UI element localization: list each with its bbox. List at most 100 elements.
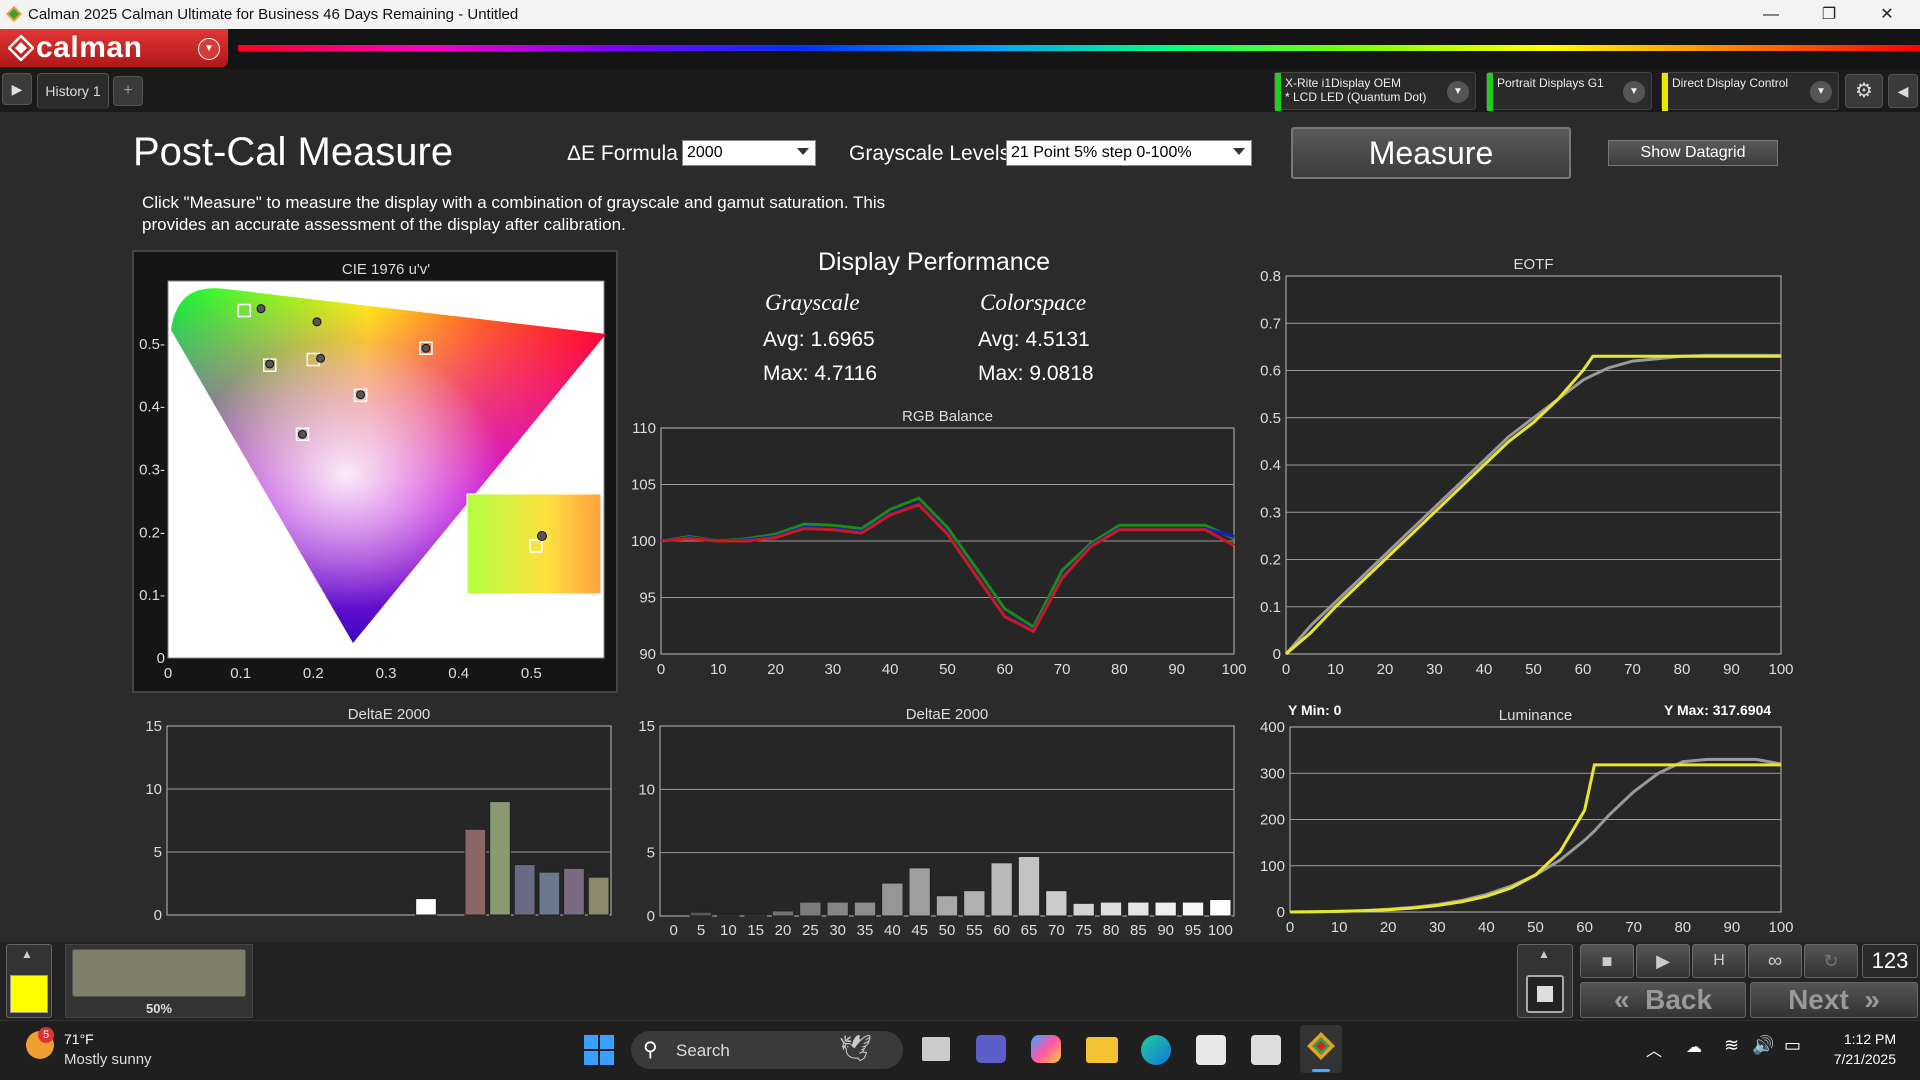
stop-icon[interactable]: ■: [1580, 944, 1634, 978]
bar: [826, 901, 849, 917]
y-tick-label: 0.1-: [139, 587, 165, 604]
x-tick-label: 0: [669, 922, 677, 939]
stop-button[interactable]: [1526, 975, 1564, 1013]
x-tick-label: 85: [1130, 922, 1147, 939]
x-tick-label: 100: [1768, 661, 1793, 678]
hold-icon[interactable]: H: [1692, 944, 1746, 978]
bar: [689, 911, 713, 917]
edge-icon[interactable]: [1141, 1035, 1171, 1065]
x-tick-label: 40: [882, 661, 899, 678]
x-tick-label: 70: [1048, 922, 1065, 939]
x-tick-label: 95: [1185, 922, 1202, 939]
x-tick-label: 100: [1208, 922, 1233, 939]
search-highlight-icon: 🕊: [839, 1033, 873, 1063]
y-tick-label: 0.3: [1260, 504, 1281, 521]
x-tick-label: 20: [767, 661, 784, 678]
x-tick-label: 50: [939, 922, 956, 939]
bar: [1181, 901, 1205, 917]
x-tick-label: 30: [1429, 919, 1446, 936]
x-tick-label: 0.2: [303, 665, 324, 682]
x-tick-label: 10: [1331, 919, 1348, 936]
chevron-up-icon[interactable]: ︿: [1646, 1037, 1662, 1061]
copilot-icon[interactable]: [1031, 1035, 1061, 1063]
measured-point: [265, 359, 275, 369]
measured-point: [312, 317, 322, 327]
cie-rgb-readout: 126, 126, 105 - RGB Triplet: [420, 633, 603, 650]
eotf-chart: EOTF 0 0.1 0.2 0.3 0.4 0.5 0.6 0.7 0.8 0 10 20 30 40 50…: [1260, 256, 1793, 678]
windows-start-icon[interactable]: [584, 1035, 614, 1065]
y-tick-label: 105: [631, 477, 656, 494]
taskbar-search[interactable]: ⚲ Search 🕊: [631, 1031, 903, 1069]
clock-date[interactable]: 7/21/2025: [1814, 1051, 1896, 1067]
x-tick-label: 60: [1575, 661, 1592, 678]
file-explorer-icon[interactable]: [1086, 1037, 1118, 1063]
back-button[interactable]: « Back: [1580, 982, 1746, 1018]
x-tick-label: 90: [1724, 919, 1741, 936]
bar: [489, 801, 511, 916]
bar: [513, 864, 536, 916]
bar: [563, 867, 585, 916]
y-tick-label: 200: [1260, 812, 1285, 829]
wifi-icon[interactable]: ≋: [1724, 1035, 1739, 1056]
bar: [908, 867, 931, 917]
bar: [717, 914, 740, 917]
x-tick-label: 100: [1768, 919, 1793, 936]
task-view-icon[interactable]: [922, 1037, 950, 1061]
x-tick-label: 60: [993, 922, 1010, 939]
store-icon[interactable]: [1196, 1035, 1226, 1065]
y-tick-label: 0.5: [1260, 410, 1281, 427]
weather-temp[interactable]: 71°F: [64, 1031, 94, 1047]
y-tick-label: 90: [639, 646, 656, 663]
color-swatch-panel[interactable]: ▲: [6, 944, 52, 1018]
deltae-grayscale-chart: DeltaE 2000 0 5 10 15 0 5 10 15 20 25 30 35 40 45 50 55 6…: [638, 706, 1235, 939]
x-tick-label: 65: [1021, 922, 1038, 939]
calman-taskbar-button[interactable]: [1300, 1025, 1342, 1073]
bar: [990, 862, 1013, 917]
x-tick-label: 40: [884, 922, 901, 939]
y-tick-label: 15: [145, 718, 162, 735]
x-tick-label: 50: [939, 661, 956, 678]
y-tick-label: 0.1: [1260, 599, 1281, 616]
cie-de-readout: 3.0215 - ΔE 2000: [469, 605, 585, 622]
bar: [744, 914, 767, 917]
active-indicator: [1312, 1069, 1330, 1072]
x-tick-label: 20: [1377, 661, 1394, 678]
loop-icon[interactable]: ∞: [1748, 944, 1802, 978]
bar: [464, 828, 487, 916]
x-tick-label: 0: [657, 661, 665, 678]
chart-title: RGB Balance: [902, 408, 993, 425]
onedrive-icon[interactable]: ☁: [1686, 1037, 1702, 1057]
y-tick-label: 0: [154, 907, 162, 924]
chevron-up-icon[interactable]: ▲: [21, 947, 33, 961]
current-color-swatch: [10, 975, 48, 1013]
teams-icon[interactable]: [976, 1035, 1006, 1063]
measured-point: [297, 429, 307, 439]
clock-time[interactable]: 1:12 PM: [1824, 1031, 1896, 1047]
refresh-icon[interactable]: ↻: [1804, 944, 1858, 978]
double-chevron-right-icon: »: [1864, 984, 1880, 1015]
next-button[interactable]: Next »: [1750, 982, 1918, 1018]
plot-area: [659, 725, 1235, 917]
counter-display: 123: [1862, 944, 1918, 978]
play-icon[interactable]: ▶: [1636, 944, 1690, 978]
luminance-chart: Luminance 0 100 200 300 400 0 10 20 30 40 50 60 70 80 9…: [1260, 707, 1794, 936]
bar: [1154, 901, 1177, 917]
bar: [963, 890, 986, 917]
bar: [1045, 890, 1068, 917]
x-tick-label: 0.3: [376, 665, 397, 682]
volume-icon[interactable]: 🔊: [1752, 1035, 1774, 1056]
chart-title: DeltaE 2000: [348, 706, 431, 723]
bar: [415, 898, 437, 916]
battery-icon[interactable]: ▭: [1784, 1035, 1801, 1056]
next-label: Next: [1788, 984, 1849, 1015]
x-tick-label: 5: [697, 922, 705, 939]
chevron-up-icon[interactable]: ▲: [1538, 947, 1550, 961]
weather-desc[interactable]: Mostly sunny: [64, 1051, 152, 1068]
snipping-tool-icon[interactable]: [1251, 1035, 1281, 1065]
x-tick-label: 50: [1525, 661, 1542, 678]
x-tick-label: 90: [1157, 922, 1174, 939]
y-tick-label: 0.5-: [139, 336, 165, 353]
y-tick-label: 0: [647, 908, 655, 925]
bar: [1017, 855, 1041, 917]
y-tick-label: 0: [157, 650, 165, 667]
